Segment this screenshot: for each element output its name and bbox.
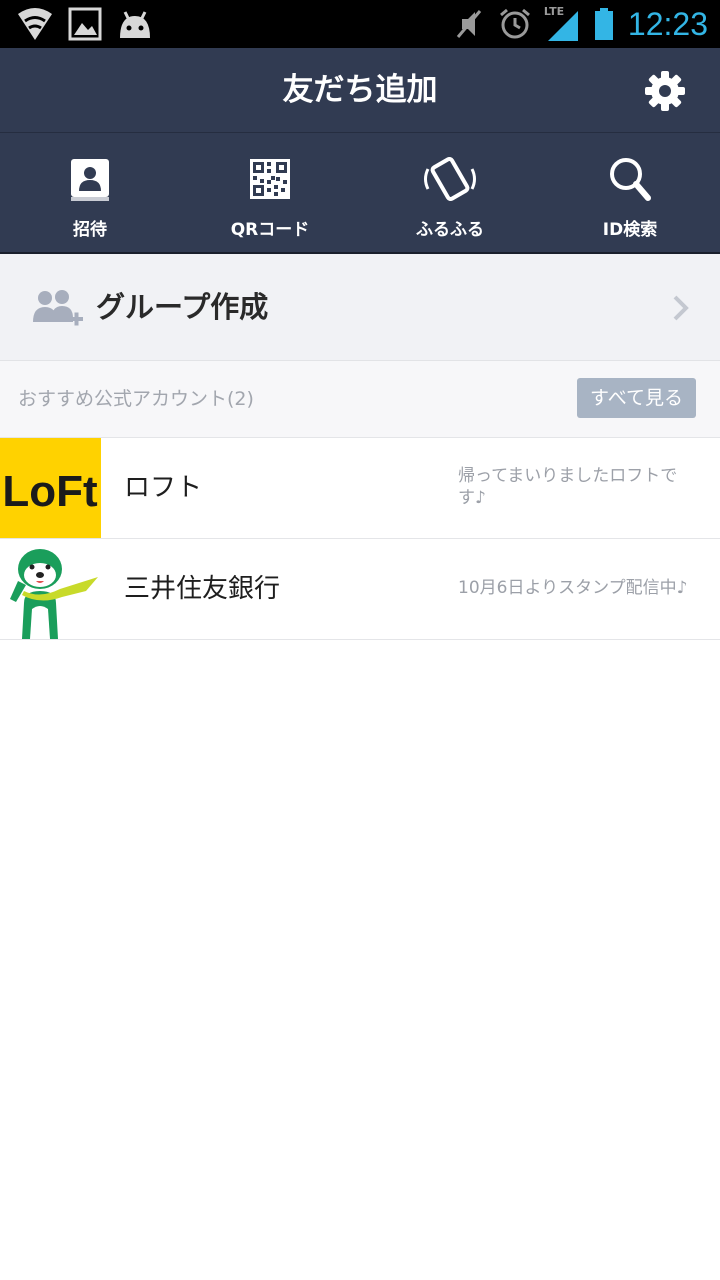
android-icon [120,11,150,38]
mascot-avatar [0,539,101,639]
add-friend-toolbar: 招待 QRコード ふるふる ID検索 [0,133,720,254]
create-group-row[interactable]: グループ作成 [0,254,720,361]
shake-phone-icon [424,157,476,201]
list-item[interactable]: 三井住友銀行 10月6日よりスタンプ配信中♪ [0,539,720,640]
app-header: 友だち追加 [0,48,720,133]
tool-qr-code[interactable]: QRコード [180,133,360,252]
tool-id-search[interactable]: ID検索 [540,133,720,252]
page-title: 友だち追加 [282,72,438,108]
list-item[interactable]: LoFt ロフト 帰ってまいりましたロフトです♪ [0,438,720,539]
tool-invite[interactable]: 招待 [0,133,180,252]
contact-book-icon [71,159,109,201]
account-message: 10月6日よりスタンプ配信中♪ [458,578,688,598]
account-name: ロフト [124,473,203,503]
loft-logo-mark: LoFt [2,467,98,516]
add-group-icon [33,290,83,326]
battery-icon [594,8,613,40]
tool-qr-label: QRコード [230,220,310,240]
green-mascot-image [10,549,98,639]
account-message: 帰ってまいりましたロフトです♪ [458,466,678,508]
gear-icon[interactable] [644,70,686,112]
loft-logo: LoFt [0,438,101,538]
see-all-button[interactable]: すべて見る [577,378,696,418]
signal-icon [547,11,578,41]
wifi-icon [18,8,52,40]
alarm-icon [499,8,530,39]
section-title: おすすめ公式アカウント(2) [18,388,254,410]
tool-shake[interactable]: ふるふる [360,133,540,252]
tool-invite-label: 招待 [73,220,107,240]
recommended-section-header: おすすめ公式アカウント(2) すべて見る [0,361,720,438]
chevron-right-icon [673,295,689,321]
status-bar: LTE 12:23 [0,0,720,48]
mute-icon [456,10,482,38]
qr-code-icon [250,159,290,199]
account-name: 三井住友銀行 [124,574,281,604]
tool-id-search-label: ID検索 [602,220,658,240]
tool-shake-label: ふるふる [416,220,484,240]
clock: 12:23 [627,6,708,42]
search-icon [610,158,651,201]
image-icon [68,7,102,41]
create-group-label: グループ作成 [96,290,269,324]
loft-logo-text: LoFt [2,467,98,516]
